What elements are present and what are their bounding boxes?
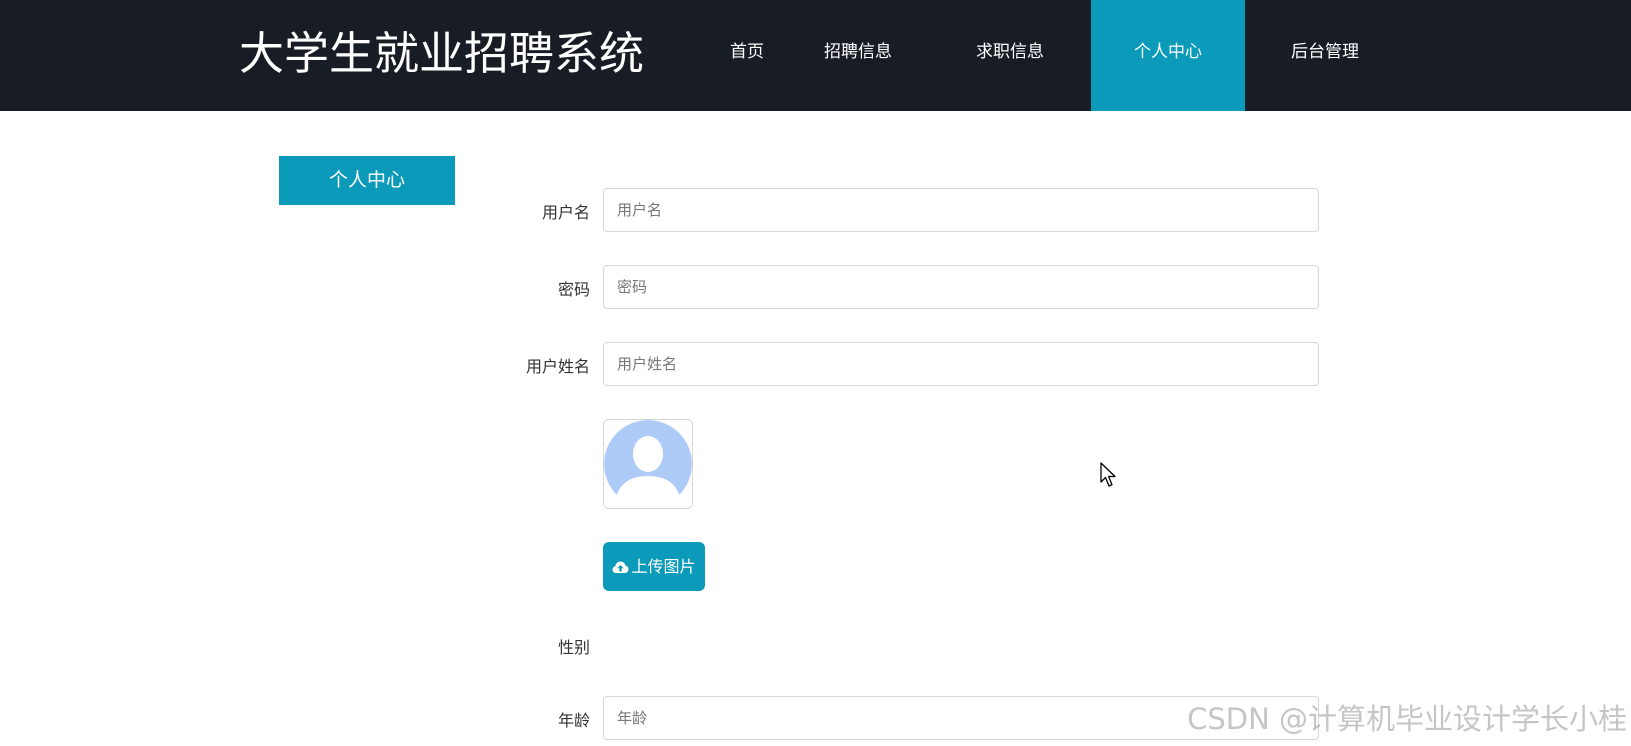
fullname-label: 用户姓名 — [525, 357, 590, 376]
nav-item-jobs[interactable]: 招聘信息 — [778, 0, 938, 111]
password-label: 密码 — [557, 280, 590, 299]
watermark-text: CSDN @计算机毕业设计学长小桂 — [1187, 702, 1627, 736]
fullname-input[interactable] — [603, 342, 1319, 386]
mouse-cursor-icon — [1100, 462, 1116, 487]
upload-image-button[interactable]: 上传图片 — [603, 542, 705, 591]
top-header: 大学生就业招聘系统 首页 招聘信息 求职信息 个人中心 后台管理 — [0, 0, 1631, 111]
nav-item-admin[interactable]: 后台管理 — [1245, 0, 1405, 111]
password-input[interactable] — [603, 265, 1319, 309]
username-label: 用户名 — [541, 203, 590, 222]
sidebar-title[interactable]: 个人中心 — [279, 156, 455, 205]
username-input[interactable] — [603, 188, 1319, 232]
cloud-upload-icon — [612, 561, 629, 573]
user-avatar-icon — [604, 420, 692, 508]
upload-image-label: 上传图片 — [631, 557, 696, 576]
nav-item-personal-center[interactable]: 个人中心 — [1091, 0, 1245, 111]
nav-item-resumes[interactable]: 求职信息 — [930, 0, 1090, 111]
site-title: 大学生就业招聘系统 — [239, 27, 645, 80]
avatar-preview[interactable] — [603, 419, 693, 509]
gender-label: 性别 — [557, 638, 590, 657]
age-label: 年龄 — [557, 711, 590, 730]
